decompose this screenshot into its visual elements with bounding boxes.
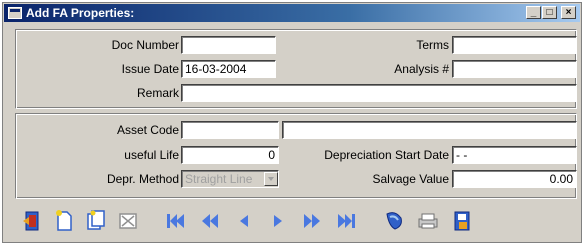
fast-forward-button[interactable] (299, 208, 325, 234)
doc-number-field[interactable] (181, 36, 276, 54)
analysis-field[interactable] (452, 60, 577, 78)
next-icon (274, 215, 282, 227)
chevron-down-icon[interactable] (264, 172, 278, 186)
minimize-button[interactable]: _ (526, 6, 541, 19)
salvage-value-label: Salvage Value (372, 172, 450, 186)
terms-label: Terms (416, 38, 449, 52)
depreciation-start-label: Depreciation Start Date (324, 148, 449, 162)
window-icon (8, 7, 22, 19)
depreciation-start-field[interactable]: - - (452, 146, 577, 164)
copy-icon (87, 210, 105, 230)
asset-code-label: Asset Code (116, 123, 179, 137)
print-icon (418, 213, 438, 229)
remark-field[interactable] (181, 84, 577, 102)
save-icon (454, 211, 470, 231)
window-title: Add FA Properties: (26, 6, 135, 20)
analysis-label: Analysis # (394, 62, 449, 76)
remark-label: Remark (136, 86, 179, 100)
first-record-button[interactable] (163, 208, 189, 234)
save-button[interactable] (449, 208, 475, 234)
new-button[interactable] (51, 208, 77, 234)
rewind-button[interactable] (197, 208, 223, 234)
next-record-button[interactable] (265, 208, 291, 234)
search-icon (386, 212, 402, 230)
doc-number-label: Doc Number (111, 38, 179, 52)
title-bar: Add FA Properties: _ □ × (4, 4, 580, 22)
previous-record-button[interactable] (231, 208, 257, 234)
add-fa-properties-window: Add FA Properties: _ □ × Doc Number Term… (2, 2, 582, 243)
first-icon (167, 214, 184, 228)
exit-icon (23, 211, 39, 231)
issue-date-label: Issue Date (121, 62, 179, 76)
asset-code-field[interactable] (181, 121, 279, 139)
rewind-icon (202, 214, 218, 228)
search-button[interactable] (381, 208, 407, 234)
useful-life-field[interactable]: 0 (181, 146, 279, 164)
terms-field[interactable] (452, 36, 577, 54)
asset-description-field[interactable] (282, 121, 577, 139)
prev-icon (240, 215, 248, 227)
new-icon (56, 210, 72, 231)
last-record-button[interactable] (333, 208, 359, 234)
last-icon (338, 214, 355, 228)
print-button[interactable] (415, 208, 441, 234)
close-button[interactable]: × (561, 6, 576, 19)
depr-method-label: Depr. Method (106, 172, 179, 186)
fast-forward-icon (304, 214, 320, 228)
copy-button[interactable] (83, 208, 109, 234)
salvage-value-field[interactable]: 0.00 (452, 170, 577, 188)
maximize-button[interactable]: □ (542, 6, 557, 19)
exit-button[interactable] (20, 208, 46, 234)
issue-date-field[interactable]: 16-03-2004 (181, 60, 276, 78)
delete-button[interactable] (115, 208, 141, 234)
delete-icon (119, 213, 137, 229)
useful-life-label: useful Life (124, 148, 179, 162)
